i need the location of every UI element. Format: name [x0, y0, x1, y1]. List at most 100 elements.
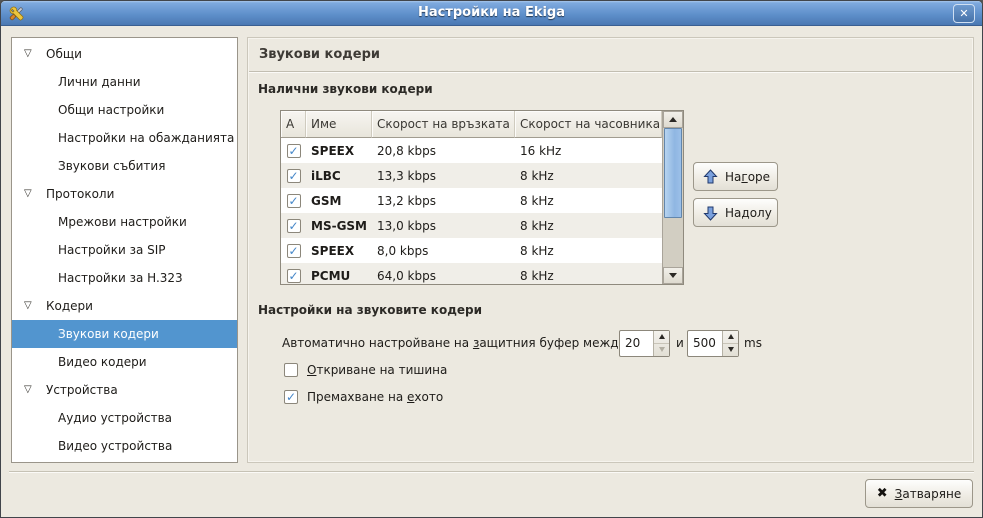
expander-icon[interactable]: ▽: [24, 301, 37, 311]
codec-table-header: А Име Скорост на връзката Скорост на час…: [281, 111, 683, 138]
codec-name: MS-GSM: [306, 219, 372, 233]
titlebar-close-button[interactable]: ✕: [953, 4, 975, 23]
expander-icon[interactable]: ▽: [24, 189, 37, 199]
silence-detection-checkbox[interactable]: [284, 363, 298, 377]
sidebar-item-mrezhovi-nastroyki[interactable]: Мрежови настройки: [12, 208, 237, 236]
expander-icon[interactable]: ▽: [24, 49, 37, 59]
spin-up-icon[interactable]: [723, 331, 738, 344]
title-separator: [249, 71, 972, 73]
codec-bitrate: 20,8 kbps: [372, 144, 515, 158]
spin-down-icon[interactable]: [723, 344, 738, 357]
settings-section-label: Настройки на звуковите кодери: [258, 303, 482, 317]
titlebar[interactable]: Настройки на Ekiga ✕: [1, 1, 982, 26]
codec-enabled-checkbox[interactable]: [287, 244, 301, 258]
footer-separator: [9, 471, 974, 473]
page-title: Звукови кодери: [259, 47, 380, 62]
echo-cancellation-label: Премахване на ехото: [307, 390, 443, 404]
codec-enabled-checkbox[interactable]: [287, 219, 301, 233]
table-row[interactable]: SPEEX 20,8 kbps 16 kHz: [281, 138, 683, 163]
item-label: Звукови събития: [58, 159, 165, 173]
item-label: Аудио устройства: [58, 411, 172, 425]
item-label: Видео кодери: [58, 355, 147, 369]
scrollbar-thumb[interactable]: [664, 128, 682, 218]
item-label: Мрежови настройки: [58, 215, 187, 229]
table-row[interactable]: MS-GSM 13,0 kbps 8 kHz: [281, 213, 683, 238]
table-row[interactable]: PCMU 64,0 kbps 8 kHz: [281, 263, 683, 285]
col-header-name[interactable]: Име: [306, 111, 372, 138]
spin-up-icon[interactable]: [654, 331, 669, 344]
preferences-dialog: Настройки на Ekiga ✕ ▽ Общи Лични данни …: [0, 0, 983, 518]
table-row[interactable]: iLBC 13,3 kbps 8 kHz: [281, 163, 683, 188]
sidebar-item-audio-ustroystva[interactable]: Аудио устройства: [12, 404, 237, 432]
codec-bitrate: 13,0 kbps: [372, 219, 515, 233]
codec-clock: 8 kHz: [515, 244, 662, 258]
move-down-label: Надолу: [725, 206, 772, 220]
expander-icon[interactable]: ▽: [24, 385, 37, 395]
codec-enabled-checkbox[interactable]: [287, 194, 301, 208]
codec-name: SPEEX: [306, 244, 372, 258]
echo-cancellation-checkbox[interactable]: [284, 390, 298, 404]
scroll-up-icon[interactable]: [663, 111, 683, 128]
down-arrow-icon: [703, 205, 718, 221]
move-down-button[interactable]: Надолу: [693, 198, 778, 227]
table-row[interactable]: SPEEX 8,0 kbps 8 kHz: [281, 238, 683, 263]
scroll-down-icon[interactable]: [663, 267, 683, 284]
main-panel: Звукови кодери Налични звукови кодери А …: [247, 37, 974, 463]
section-label: Кодери: [46, 299, 93, 313]
echo-cancellation-row: Премахване на ехото: [284, 390, 443, 404]
close-button[interactable]: ✖ Затваряне: [865, 479, 973, 508]
spin-down-icon[interactable]: [654, 344, 669, 357]
sidebar-section-koderi[interactable]: ▽ Кодери: [12, 292, 237, 320]
jitter-max-spinner[interactable]: 500: [687, 330, 739, 357]
section-label: Протоколи: [46, 187, 114, 201]
codec-bitrate: 64,0 kbps: [372, 269, 515, 283]
sidebar-section-protokoli[interactable]: ▽ Протоколи: [12, 180, 237, 208]
sidebar-item-video-ustroystva[interactable]: Видео устройства: [12, 432, 237, 460]
codec-enabled-checkbox[interactable]: [287, 169, 301, 183]
sidebar-item-obshti-nastroyki[interactable]: Общи настройки: [12, 96, 237, 124]
codec-bitrate: 8,0 kbps: [372, 244, 515, 258]
section-label: Общи: [46, 47, 82, 61]
col-header-active[interactable]: А: [281, 111, 306, 138]
spinner-arrows: [722, 331, 738, 356]
codec-bitrate: 13,2 kbps: [372, 194, 515, 208]
sidebar-item-nastroyki-h323[interactable]: Настройки за H.323: [12, 264, 237, 292]
and-label: и: [676, 336, 684, 350]
codec-enabled-checkbox[interactable]: [287, 269, 301, 283]
sidebar-item-lichni-danni[interactable]: Лични данни: [12, 68, 237, 96]
ms-unit-label: ms: [744, 336, 762, 350]
window-title: Настройки на Ekiga: [1, 5, 982, 20]
silence-detection-label: Откриване на тишина: [307, 363, 447, 377]
codec-clock: 16 kHz: [515, 144, 662, 158]
codec-clock: 8 kHz: [515, 194, 662, 208]
col-header-bitrate[interactable]: Скорост на връзката: [372, 111, 515, 138]
jitter-min-value[interactable]: 20: [625, 336, 640, 350]
jitter-buffer-label: Автоматично настройване на защитния буфе…: [282, 336, 626, 350]
vertical-scrollbar[interactable]: [662, 111, 683, 284]
sidebar-item-video-koderi[interactable]: Видео кодери: [12, 348, 237, 376]
item-label: Общи настройки: [58, 103, 164, 117]
jitter-min-spinner[interactable]: 20: [619, 330, 670, 357]
sidebar-item-zvukovi-sabitiya[interactable]: Звукови събития: [12, 152, 237, 180]
item-label: Видео устройства: [58, 439, 172, 453]
codec-name: PCMU: [306, 269, 372, 283]
preferences-tree: ▽ Общи Лични данни Общи настройки Настро…: [11, 37, 238, 463]
sidebar-item-nastroyki-obazhdaniyata[interactable]: Настройки на обажданията: [12, 124, 237, 152]
sidebar-item-zvukovi-koderi[interactable]: Звукови кодери: [12, 320, 237, 348]
item-label: Настройки за H.323: [58, 271, 183, 285]
spinner-arrows: [653, 331, 669, 356]
codec-name: SPEEX: [306, 144, 372, 158]
sidebar-item-nastroyki-sip[interactable]: Настройки за SIP: [12, 236, 237, 264]
table-row[interactable]: GSM 13,2 kbps 8 kHz: [281, 188, 683, 213]
item-label: Настройки на обажданията: [58, 131, 234, 145]
close-label: Затваряне: [895, 487, 962, 501]
move-up-label: Нагоре: [725, 170, 770, 184]
sidebar-section-obshti[interactable]: ▽ Общи: [12, 40, 237, 68]
codec-bitrate: 13,3 kbps: [372, 169, 515, 183]
jitter-max-value[interactable]: 500: [693, 336, 716, 350]
codec-name: GSM: [306, 194, 372, 208]
col-header-clock[interactable]: Скорост на часовника: [515, 111, 662, 138]
move-up-button[interactable]: Нагоре: [693, 162, 778, 191]
codec-enabled-checkbox[interactable]: [287, 144, 301, 158]
sidebar-section-ustroystva[interactable]: ▽ Устройства: [12, 376, 237, 404]
